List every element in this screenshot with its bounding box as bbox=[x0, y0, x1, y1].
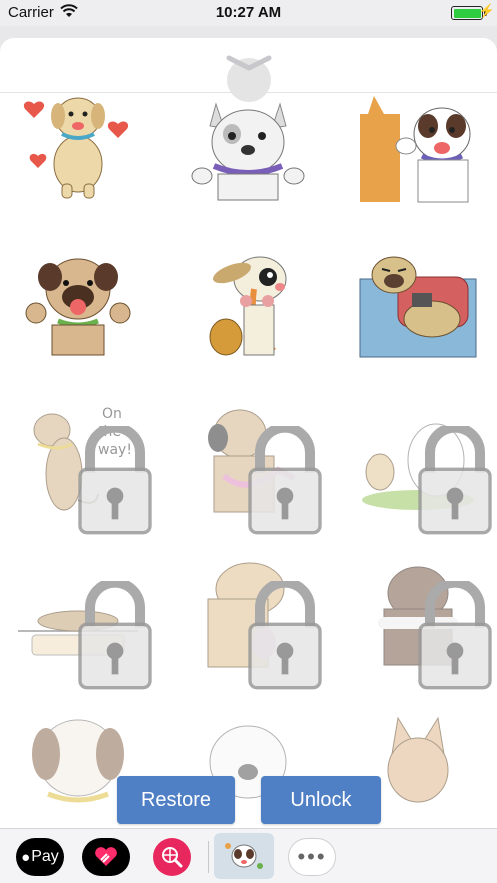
heart-hand-icon bbox=[95, 847, 117, 866]
dog-sticker-app[interactable] bbox=[214, 833, 274, 879]
globe-search-icon bbox=[162, 847, 183, 868]
lock-icon bbox=[418, 426, 492, 535]
lock-icon bbox=[78, 426, 152, 535]
charging-icon: ⚡ bbox=[478, 3, 495, 18]
unlock-button[interactable]: Unlock bbox=[261, 776, 381, 824]
lock-icon bbox=[248, 426, 322, 535]
apple-icon: ● bbox=[21, 848, 31, 866]
dog-app-icon bbox=[225, 843, 263, 869]
sticker-happy-labrador[interactable] bbox=[18, 94, 138, 204]
imessage-app-drawer: ● Pay ••• bbox=[0, 828, 497, 883]
clock: 10:27 AM bbox=[215, 4, 282, 21]
dock-divider bbox=[208, 841, 209, 873]
sticker-dog-on-table[interactable] bbox=[18, 559, 152, 690]
sticker-dogs-on-grass[interactable] bbox=[358, 404, 492, 535]
sticker-pug-cheering[interactable] bbox=[18, 249, 138, 359]
sticker-sheet: On the way! Restore Unlock bbox=[0, 38, 497, 828]
more-apps-button[interactable]: ••• bbox=[288, 838, 336, 876]
sticker-dog-with-toy[interactable] bbox=[188, 559, 322, 690]
sticker-french-bulldog[interactable] bbox=[188, 94, 308, 204]
chevron-down-icon[interactable] bbox=[226, 52, 272, 72]
sticker-chihuahua-bag[interactable] bbox=[188, 249, 308, 359]
lock-icon bbox=[418, 581, 492, 690]
svg-text:On: On bbox=[102, 406, 122, 422]
lock-icon bbox=[248, 581, 322, 690]
apple-pay-app[interactable]: ● Pay bbox=[16, 838, 64, 876]
sticker-dog-on-the-way[interactable]: On the way! bbox=[18, 404, 152, 535]
sticker-shiba-and-terrier[interactable] bbox=[358, 94, 478, 204]
image-search-app[interactable] bbox=[153, 838, 191, 876]
digital-touch-app[interactable] bbox=[82, 838, 130, 876]
sticker-dog-with-bone[interactable] bbox=[358, 559, 492, 690]
apple-pay-label: Pay bbox=[31, 848, 59, 865]
sticker-pug-with-bib[interactable] bbox=[188, 404, 322, 535]
lock-icon bbox=[78, 581, 152, 690]
status-bar: Carrier 10:27 AM ⚡ bbox=[0, 0, 497, 26]
restore-button[interactable]: Restore bbox=[117, 776, 235, 824]
sticker-pug-on-sofa[interactable] bbox=[358, 249, 478, 359]
